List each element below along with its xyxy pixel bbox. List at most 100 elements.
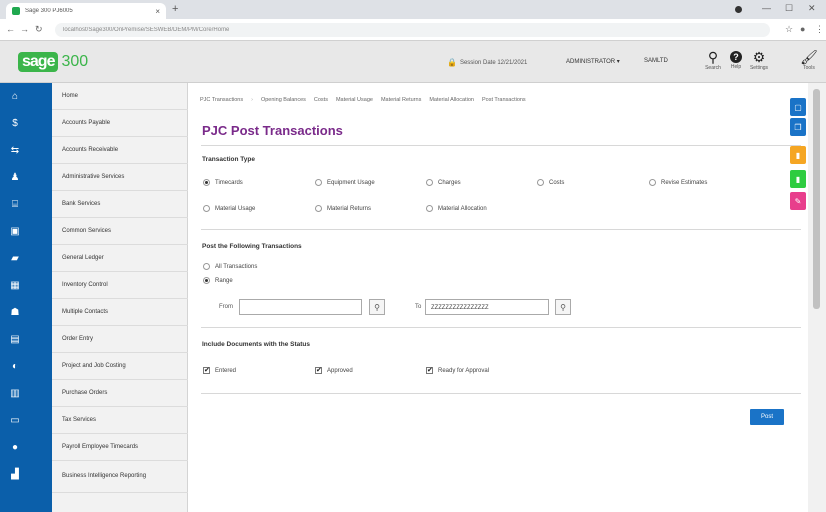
post-button[interactable]: Post xyxy=(750,409,784,425)
back-icon[interactable]: ← xyxy=(6,24,15,34)
checkbox-ready-for-approval[interactable]: ✔ Ready for Approval xyxy=(426,367,489,374)
rail-purchase-orders[interactable]: ▥ xyxy=(0,380,52,407)
rail-admin-services[interactable]: ♟ xyxy=(0,164,52,191)
note-icon[interactable]: ▮ xyxy=(790,170,806,188)
menu-icon[interactable]: ⋮ xyxy=(815,24,824,35)
contacts-icon: ☗ xyxy=(10,306,20,318)
rail-bank[interactable]: ⌸ xyxy=(0,191,52,218)
rail-project-job[interactable]: ◐ xyxy=(0,353,52,380)
profile-icon[interactable] xyxy=(735,6,742,13)
file-icon[interactable]: ▮ xyxy=(790,146,806,164)
checkbox-label: Entered xyxy=(215,367,237,374)
star-icon[interactable]: ☆ xyxy=(785,24,793,35)
radio-equipment-usage[interactable]: Equipment Usage xyxy=(315,179,375,186)
scrollbar-thumb[interactable] xyxy=(813,89,820,309)
search-button[interactable]: ⚲ Search xyxy=(701,49,725,71)
radio-timecards[interactable]: Timecards xyxy=(203,179,243,186)
from-lookup-button[interactable]: ⚲ xyxy=(369,299,385,315)
general-ledger-icon: ▰ xyxy=(11,252,19,264)
sidebar-item-order-entry[interactable]: Order Entry xyxy=(52,326,188,353)
radio-range[interactable]: Range xyxy=(203,277,233,284)
settings-button[interactable]: ⚙ Settings xyxy=(747,49,771,71)
breadcrumb-material-usage[interactable]: Material Usage xyxy=(336,97,373,103)
maximize-icon[interactable]: ☐ xyxy=(785,3,793,14)
project-job-icon: ◐ xyxy=(11,360,19,372)
close-tab-icon[interactable]: × xyxy=(155,7,160,16)
scrollbar[interactable] xyxy=(808,83,826,512)
to-lookup-button[interactable]: ⚲ xyxy=(555,299,571,315)
extension-icon[interactable]: ● xyxy=(800,24,805,34)
document-icon[interactable]: ▢ xyxy=(790,98,806,116)
tools-button[interactable]: 🖌 Tools xyxy=(798,49,820,71)
from-field[interactable] xyxy=(239,299,362,315)
breadcrumb-material-returns[interactable]: Material Returns xyxy=(381,97,421,103)
radio-indicator xyxy=(203,277,210,284)
sidebar-item-purchase-orders[interactable]: Purchase Orders xyxy=(52,380,188,407)
breadcrumb-costs[interactable]: Costs xyxy=(314,97,328,103)
forward-icon[interactable]: → xyxy=(20,24,29,34)
help-button[interactable]: ? Help xyxy=(724,49,748,70)
rail-contacts[interactable]: ☗ xyxy=(0,299,52,326)
search-icon: ⚲ xyxy=(707,49,719,65)
rail-payroll[interactable]: ● xyxy=(0,434,52,461)
radio-charges[interactable]: Charges xyxy=(426,179,461,186)
checkbox-entered[interactable]: ✔ Entered xyxy=(203,367,236,374)
url-field[interactable]: localhost/Sage300/OnPremise/SESWEB/DEM/P… xyxy=(55,23,770,37)
to-label: To xyxy=(415,304,422,310)
sidebar-item-bank-services[interactable]: Bank Services xyxy=(52,191,188,218)
radio-material-returns[interactable]: Material Returns xyxy=(315,205,371,212)
checkbox-approved[interactable]: ✔ Approved xyxy=(315,367,353,374)
browser-tab[interactable]: Sage 300 PJ6005 × xyxy=(6,3,166,19)
sidebar-item-accounts-payable[interactable]: Accounts Payable xyxy=(52,110,188,137)
sidebar-item-multiple-contacts[interactable]: Multiple Contacts xyxy=(52,299,188,326)
radio-all-transactions[interactable]: All Transactions xyxy=(203,263,257,270)
breadcrumb-pjc-transactions[interactable]: PJC Transactions xyxy=(200,97,243,103)
from-label: From xyxy=(219,304,233,310)
rail-inventory[interactable]: ▦ xyxy=(0,272,52,299)
rail-home[interactable]: ⌂ xyxy=(0,83,52,110)
sidebar-item-general-ledger[interactable]: General Ledger xyxy=(52,245,188,272)
radio-material-usage[interactable]: Material Usage xyxy=(203,205,255,212)
reload-icon[interactable]: ↻ xyxy=(35,24,43,35)
breadcrumb-opening-balances[interactable]: Opening Balances xyxy=(261,97,306,103)
post-following-title: Post the Following Transactions xyxy=(202,243,302,250)
radio-costs[interactable]: Costs xyxy=(537,179,564,186)
breadcrumb-post-transactions[interactable]: Post Transactions xyxy=(482,97,526,103)
rail-accounts-receivable[interactable]: ⇆ xyxy=(0,137,52,164)
rail-order-entry[interactable]: ▤ xyxy=(0,326,52,353)
radio-material-allocation[interactable]: Material Allocation xyxy=(426,205,487,212)
breadcrumb-material-allocation[interactable]: Material Allocation xyxy=(429,97,474,103)
sidebar-item-tax-services[interactable]: Tax Services xyxy=(52,407,188,434)
sidebar-item-admin-services[interactable]: Administrative Services xyxy=(52,164,188,191)
copy-icon[interactable]: ❐ xyxy=(790,118,806,136)
to-field[interactable]: ZZZZZZZZZZZZZZZZ xyxy=(425,299,549,315)
rail-common-services[interactable]: ▣ xyxy=(0,218,52,245)
company-name[interactable]: SAMLTD xyxy=(644,58,668,64)
sidebar-item-accounts-receivable[interactable]: Accounts Receivable xyxy=(52,137,188,164)
close-window-icon[interactable]: ✕ xyxy=(808,3,816,14)
sidebar-item-common-services[interactable]: Common Services xyxy=(52,218,188,245)
session-date[interactable]: 🔒 Session Date 12/21/2021 xyxy=(447,58,527,67)
radio-label: Material Usage xyxy=(215,205,256,212)
rail-general-ledger[interactable]: ▰ xyxy=(0,245,52,272)
minimize-icon[interactable]: — xyxy=(762,3,771,13)
radio-label: Timecards xyxy=(215,179,243,186)
rail-accounts-payable[interactable]: $ xyxy=(0,110,52,137)
page-title: PJC Post Transactions xyxy=(202,123,343,138)
pen-icon[interactable]: ✎ xyxy=(790,192,806,210)
sidebar-item-bi-reporting[interactable]: Business Intelligence Reporting xyxy=(52,461,188,493)
divider xyxy=(201,229,801,230)
sidebar-item-inventory-control[interactable]: Inventory Control xyxy=(52,272,188,299)
checkbox-label: Ready for Approval xyxy=(438,367,490,374)
module-menu: Home Accounts Payable Accounts Receivabl… xyxy=(52,83,188,512)
rail-tax[interactable]: ▭ xyxy=(0,407,52,434)
sidebar-item-payroll-timecards[interactable]: Payroll Employee Timecards xyxy=(52,434,188,461)
search-label: Search xyxy=(705,65,721,71)
radio-revise-estimates[interactable]: Revise Estimates xyxy=(649,179,707,186)
user-menu[interactable]: ADMINISTRATOR ▾ xyxy=(566,58,620,65)
rail-bi-reporting[interactable]: ▟ xyxy=(0,461,52,488)
sidebar-item-home[interactable]: Home xyxy=(52,83,188,110)
new-tab-button[interactable]: + xyxy=(172,3,178,15)
radio-indicator xyxy=(203,205,210,212)
sidebar-item-project-job-costing[interactable]: Project and Job Costing xyxy=(52,353,188,380)
